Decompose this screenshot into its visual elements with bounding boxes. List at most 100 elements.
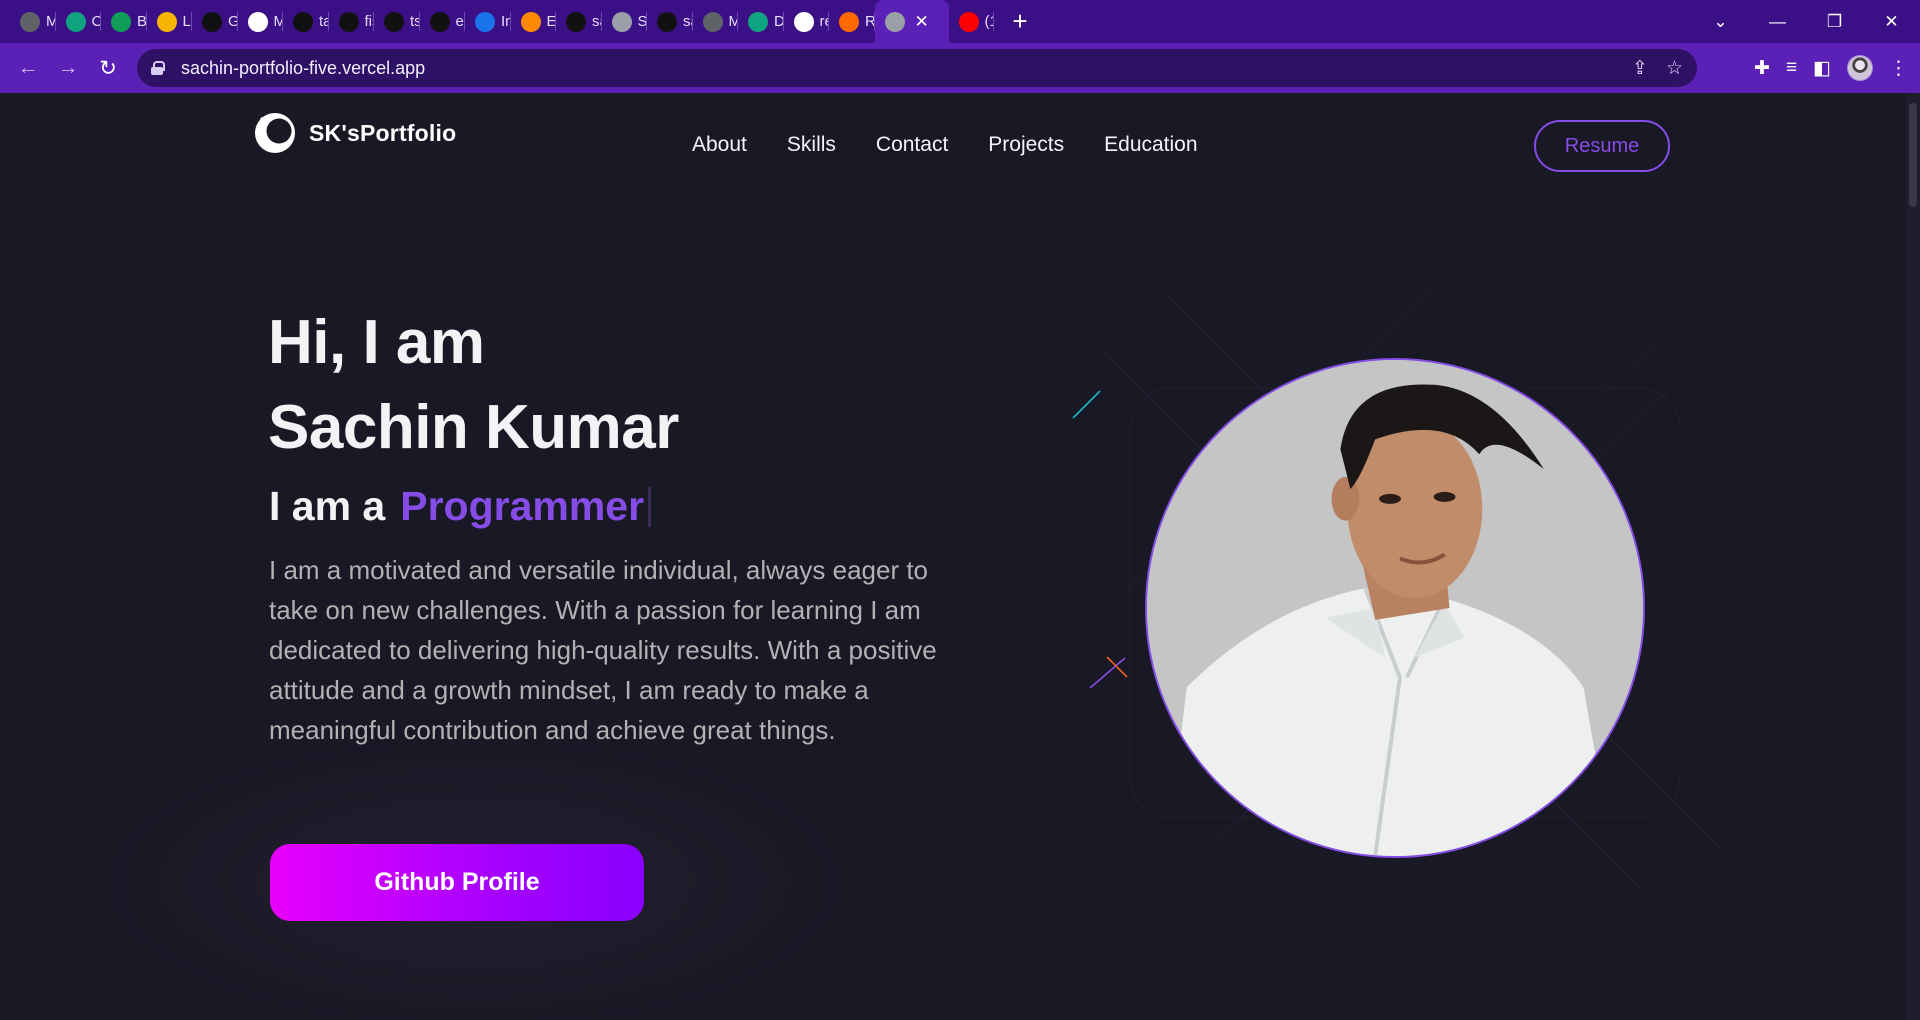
side-panel-icon[interactable]: ◧ (1813, 57, 1831, 80)
browser-tab[interactable]: ✕ (874, 0, 949, 43)
tab-title: Inst (501, 13, 511, 30)
tab-title: (16 (984, 13, 995, 30)
github-icon (293, 11, 313, 32)
share-icon[interactable]: ⇪ (1632, 57, 1648, 80)
browser-tab[interactable]: sach (556, 0, 602, 43)
tab-title: Ema (546, 13, 557, 30)
extension-area: ✚ ≡ ◧ ⋮ (1754, 43, 1908, 93)
github-profile-button[interactable]: Github Profile (270, 844, 644, 921)
tab-title: sacl (683, 13, 693, 30)
close-tab-icon[interactable]: ✕ (915, 12, 929, 32)
browser-tab[interactable]: Mas (693, 0, 739, 43)
browser-tab[interactable]: sacl (647, 0, 693, 43)
browser-tab[interactable]: tam (283, 0, 329, 43)
tab-title: B28 (137, 13, 147, 30)
menu-kebab-icon[interactable]: ⋮ (1889, 57, 1908, 80)
nav-link-skills[interactable]: Skills (787, 133, 836, 157)
address-bar-actions: ⇪ ☆ (1632, 49, 1683, 87)
nav-link-projects[interactable]: Projects (988, 133, 1064, 157)
minimize-button[interactable]: — (1749, 12, 1806, 32)
hero-greeting: Hi, I am (268, 308, 485, 377)
tab-title: Mas (273, 13, 284, 30)
brand-logo-icon (255, 113, 295, 153)
browser-tab[interactable]: Mas (238, 0, 284, 43)
google-icon (793, 11, 814, 32)
browser-tab[interactable]: Dep (738, 0, 784, 43)
browser-tab[interactable]: Red (829, 0, 875, 43)
mi-icon (839, 11, 859, 32)
youtube-icon (958, 11, 979, 32)
globe-icon (702, 11, 723, 32)
hero-description: I am a motivated and versatile individua… (269, 555, 937, 745)
resume-button[interactable]: Resume (1534, 120, 1670, 172)
tab-list: Mas Cha B28 L5 F GitH Mas tam fissl tsch elei Inst… (10, 0, 994, 43)
browser-tab[interactable]: Inst (465, 0, 511, 43)
new-tab-button[interactable]: + (1000, 0, 1040, 43)
nav-link-about[interactable]: About (692, 133, 747, 157)
bookmark-star-icon[interactable]: ☆ (1666, 57, 1683, 80)
nav-link-education[interactable]: Education (1104, 133, 1197, 157)
browser-tab[interactable]: Cha (56, 0, 102, 43)
tab-title: fissl (364, 13, 375, 30)
close-window-button[interactable]: ✕ (1863, 12, 1920, 32)
tab-title: elei (455, 13, 466, 30)
browser-toolbar: ← → ↻ sachin-portfolio-five.vercel.app ⇪… (0, 43, 1920, 93)
tab-search-icon[interactable]: ⌄ (1692, 12, 1749, 32)
chatgpt-icon (65, 11, 86, 32)
browser-tab[interactable]: Mas (10, 0, 56, 43)
nav-link-contact[interactable]: Contact (876, 133, 948, 157)
globe-icon (20, 11, 40, 32)
brand[interactable]: SK'sPortfolio (253, 111, 456, 155)
tab-title: Sacl (637, 13, 648, 30)
browser-tab[interactable]: B28 (101, 0, 147, 43)
hero-name: Sachin Kumar (268, 393, 679, 462)
browser-tab[interactable]: red (784, 0, 830, 43)
photo-icon (884, 11, 905, 32)
tool-icon (475, 11, 495, 32)
profile-photo (1145, 358, 1645, 858)
main-nav: About Skills Contact Projects Education (692, 133, 1198, 157)
reload-button[interactable]: ↻ (88, 48, 128, 88)
slides-icon (156, 11, 177, 32)
browser-tab[interactable]: Ema (511, 0, 557, 43)
tab-title: tsch (410, 13, 420, 30)
chatgpt-icon (748, 11, 768, 32)
tab-title: Dep (774, 13, 784, 30)
browser-tab[interactable]: L5 F (147, 0, 192, 43)
purple-streak (1089, 657, 1126, 689)
hand-icon (520, 11, 541, 32)
browser-tab[interactable]: elei (420, 0, 466, 43)
typewriter-role: Programmer (400, 483, 645, 529)
browser-tab[interactable]: fissl (329, 0, 375, 43)
browser-tab-strip: Mas Cha B28 L5 F GitH Mas tam fissl tsch elei Inst… (0, 0, 1920, 43)
restore-button[interactable]: ❐ (1806, 12, 1863, 32)
tab-title: Red (865, 13, 875, 30)
role-prefix: I am a (269, 483, 386, 529)
page-scrollbar[interactable] (1906, 93, 1920, 1020)
browser-tab[interactable]: (16 (949, 0, 995, 43)
browser-tab[interactable]: GitH (192, 0, 238, 43)
browser-tab[interactable]: tsch (374, 0, 420, 43)
tab-title: Mas (728, 13, 739, 30)
back-button[interactable]: ← (8, 48, 48, 88)
tab-title: Mas (46, 13, 56, 30)
extensions-puzzle-icon[interactable]: ✚ (1754, 57, 1770, 80)
url-text[interactable]: sachin-portfolio-five.vercel.app (181, 58, 425, 79)
browser-tab[interactable]: Sacl (602, 0, 648, 43)
window-controls: ⌄ — ❐ ✕ (1692, 0, 1920, 43)
scrollbar-thumb[interactable] (1909, 103, 1917, 207)
tab-title: red (819, 13, 830, 30)
tab-title: GitH (228, 13, 238, 30)
address-bar[interactable]: sachin-portfolio-five.vercel.app ⇪ ☆ (137, 49, 1697, 87)
profile-photo-illustration (1147, 360, 1643, 856)
typing-caret (648, 486, 652, 527)
hero-title: Hi, I am Sachin Kumar (268, 300, 679, 470)
github-icon (338, 11, 359, 32)
profile-avatar[interactable] (1847, 55, 1873, 81)
forward-button[interactable]: → (48, 48, 88, 88)
media-queue-icon[interactable]: ≡ (1786, 57, 1797, 79)
orange-streak-2 (1106, 656, 1128, 678)
tab-title: Cha (91, 13, 102, 30)
portfolio-page: SK'sPortfolio About Skills Contact Proje… (0, 93, 1920, 1020)
lock-icon[interactable] (151, 61, 165, 75)
